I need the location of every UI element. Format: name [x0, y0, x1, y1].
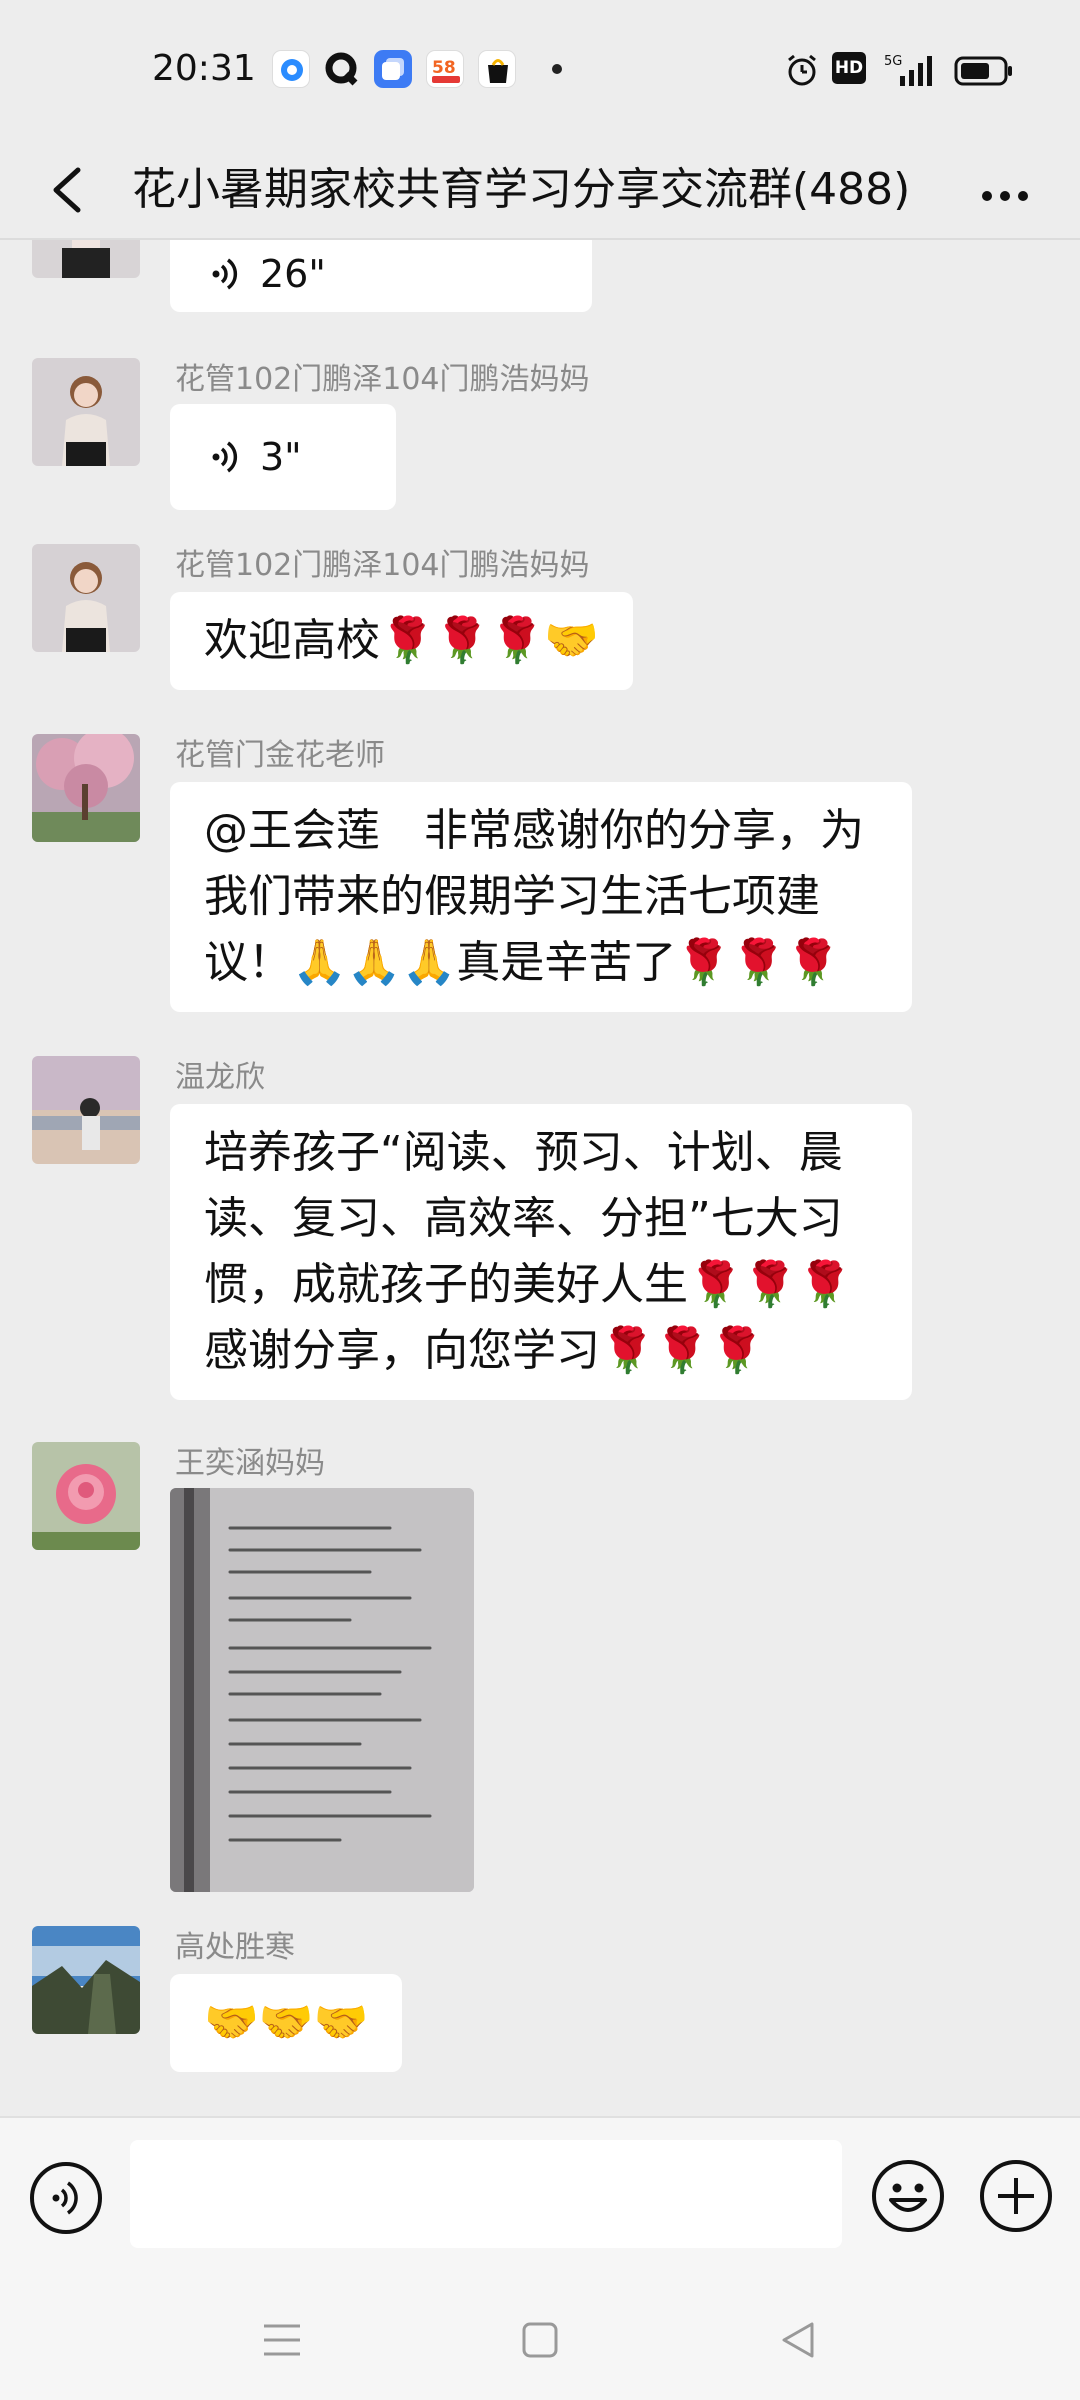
more-notifications-dot: [552, 64, 562, 74]
sender-name: 高处胜寒: [175, 1930, 295, 1965]
message-text-line: 我们带来的假期学习生活七项建: [204, 871, 820, 922]
q-icon: [322, 50, 360, 88]
message-text-line: @王会莲 非常感谢你的分享，为: [204, 805, 864, 856]
chevron-left-icon: [53, 167, 81, 213]
chat-header: 花小暑期家校共育学习分享交流群(488): [0, 140, 1080, 240]
sender-name: 花管102门鹏泽104门鹏浩妈妈: [175, 362, 590, 397]
back-nav-button[interactable]: [768, 2310, 828, 2370]
voice-icon: [30, 2162, 102, 2234]
message-item: 温龙欣 培养孩子“阅读、预习、计划、晨 读、复习、高效率、分担”七大习 惯，成就…: [0, 1056, 1080, 1436]
voice-wave-icon: [212, 258, 238, 290]
battery-icon: [954, 52, 1014, 92]
svg-text:58: 58: [432, 58, 456, 78]
chat-title: 花小暑期家校共育学习分享交流群(488): [132, 164, 911, 215]
text-message-bubble[interactable]: 欢迎高校🌹🌹🌹🤝: [170, 592, 634, 690]
system-nav-bar: [0, 2280, 1080, 2400]
hd-icon: HD: [832, 52, 866, 84]
voice-message-bubble[interactable]: 3": [170, 404, 396, 510]
message-item: 王奕涵妈妈: [0, 1442, 1080, 1892]
5g-signal-icon: 5G: [880, 52, 938, 92]
avatar[interactable]: [32, 544, 140, 652]
voice-message-bubble[interactable]: 26": [170, 240, 592, 312]
emoji-button[interactable]: [870, 2158, 946, 2234]
message-item: 26": [0, 240, 1080, 330]
plus-icon: [980, 2160, 1052, 2232]
voice-duration: 3": [260, 435, 302, 479]
status-time: 20:31: [152, 48, 256, 89]
app-icon: [374, 50, 412, 88]
message-text-line: 议！🙏🙏🙏真是辛苦了🌹🌹🌹: [204, 937, 841, 988]
message-item: 花管门金花老师 @王会莲 非常感谢你的分享，为 我们带来的假期学习生活七项建 议…: [0, 734, 1080, 1034]
avatar[interactable]: [32, 734, 140, 842]
more-dots-icon: [982, 191, 1028, 201]
message-text-line: 欢迎高校🌹🌹🌹🤝: [204, 615, 600, 666]
menu-icon: [264, 2324, 300, 2356]
sender-name: 花管门金花老师: [175, 738, 385, 773]
message-item: 花管102门鹏泽104门鹏浩妈妈 欢迎高校🌹🌹🌹🤝: [0, 544, 1080, 704]
smiley-icon: [872, 2160, 944, 2232]
svg-text:5G: 5G: [884, 54, 902, 69]
text-message-bubble[interactable]: @王会莲 非常感谢你的分享，为 我们带来的假期学习生活七项建 议！🙏🙏🙏真是辛苦…: [170, 782, 912, 1012]
message-text-line: 🤝🤝🤝: [204, 1997, 369, 2048]
alarm-icon: [784, 52, 820, 92]
text-message-bubble[interactable]: 🤝🤝🤝: [170, 1974, 403, 2072]
text-message-bubble[interactable]: 培养孩子“阅读、预习、计划、晨 读、复习、高效率、分担”七大习 惯，成就孩子的美…: [170, 1104, 912, 1400]
home-nav-button[interactable]: [510, 2310, 570, 2370]
sender-name: 花管102门鹏泽104门鹏浩妈妈: [175, 548, 590, 583]
sender-name: 王奕涵妈妈: [175, 1446, 325, 1481]
message-item: 花管102门鹏泽104门鹏浩妈妈 3": [0, 358, 1080, 510]
back-triangle-icon: [782, 2322, 814, 2358]
more-actions-button[interactable]: [978, 2158, 1054, 2234]
input-bar: [0, 2116, 1080, 2280]
message-text-line: 感谢分享，向您学习🌹🌹🌹: [204, 1325, 765, 1376]
browser-icon: [272, 50, 310, 88]
handwritten-notes-photo: [170, 1488, 474, 1892]
message-item: 高处胜寒 🤝🤝🤝: [0, 1926, 1080, 2086]
message-text-line: 读、复习、高效率、分担”七大习: [204, 1193, 843, 1244]
voice-duration: 26": [260, 252, 326, 296]
sender-name: 温龙欣: [175, 1060, 265, 1095]
58-app-icon: 58: [426, 50, 464, 88]
message-input[interactable]: [130, 2140, 842, 2248]
back-button[interactable]: [34, 150, 104, 230]
message-list[interactable]: 26" 花管102门鹏泽104门鹏浩妈妈 3" 花管102门鹏泽104门鹏浩妈妈…: [0, 240, 1080, 2116]
voice-wave-icon: [212, 441, 238, 473]
more-options-button[interactable]: [970, 160, 1040, 220]
status-bar: 20:31 58 HD 5G: [0, 0, 1080, 140]
message-text-line: 培养孩子“阅读、预习、计划、晨: [204, 1127, 843, 1178]
menu-nav-button[interactable]: [252, 2310, 312, 2370]
avatar[interactable]: [32, 358, 140, 466]
avatar[interactable]: [32, 1926, 140, 2034]
bag-app-icon: [478, 50, 516, 88]
avatar[interactable]: [32, 1056, 140, 1164]
image-message[interactable]: [170, 1488, 474, 1892]
avatar[interactable]: [32, 240, 140, 278]
message-text-line: 惯，成就孩子的美好人生🌹🌹🌹: [204, 1259, 853, 1310]
home-square-icon: [522, 2322, 558, 2358]
avatar[interactable]: [32, 1442, 140, 1550]
voice-input-toggle-button[interactable]: [28, 2160, 104, 2236]
